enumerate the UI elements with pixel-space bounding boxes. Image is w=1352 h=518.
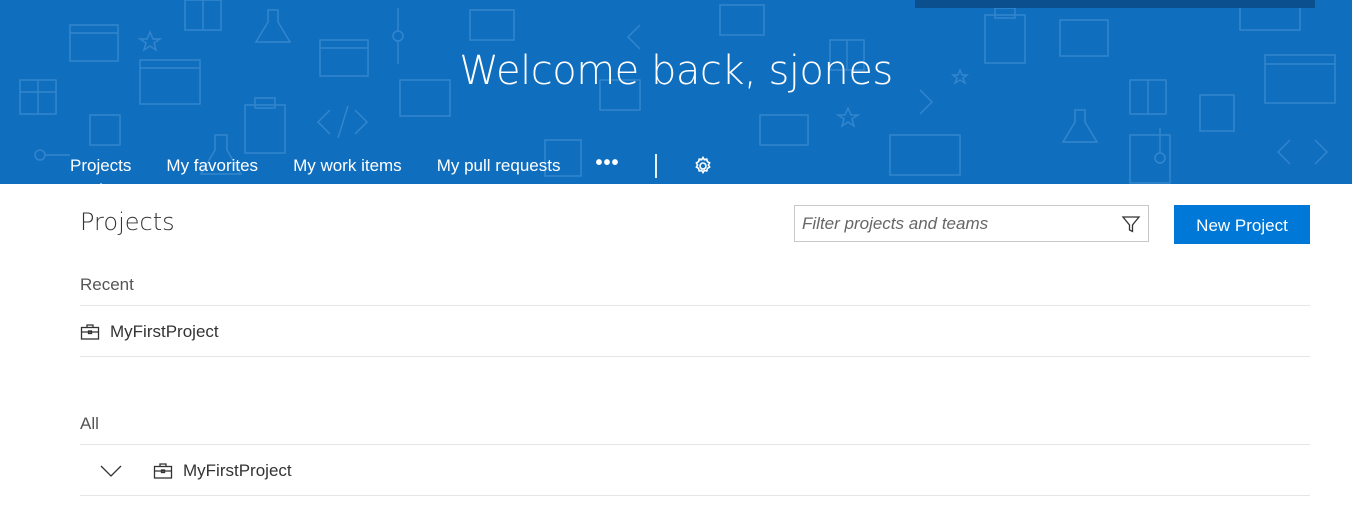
all-project-name[interactable]: MyFirstProject [183,461,292,481]
recent-section-label: Recent [80,275,134,294]
more-options-button[interactable]: ••• [595,153,619,173]
recent-project-row[interactable]: MyFirstProject [80,307,1310,357]
nav-tab-projects[interactable]: Projects [70,153,131,184]
all-divider-bottom [80,495,1310,496]
recent-project-name[interactable]: MyFirstProject [110,322,219,342]
briefcase-icon [153,463,173,479]
chevron-down-icon[interactable] [100,464,122,478]
hub-nav: Projects My favorites My work items My p… [70,148,713,184]
nav-tab-my-pull-requests[interactable]: My pull requests [437,153,561,179]
all-divider-top [80,444,1310,445]
filter-icon[interactable] [1121,214,1141,234]
all-project-row[interactable]: MyFirstProject [80,446,1310,496]
settings-button[interactable] [693,156,713,176]
filter-input[interactable] [795,206,1115,241]
recent-divider-top [80,305,1310,306]
all-section-label: All [80,414,99,433]
filter-box [794,205,1149,242]
nav-tab-my-favorites[interactable]: My favorites [166,153,258,179]
gear-icon [695,156,712,175]
briefcase-icon [80,324,100,340]
nav-divider [655,154,658,178]
top-strip [915,0,1315,8]
nav-tab-my-work-items[interactable]: My work items [293,153,402,179]
header-banner: Welcome back, sjones Projects My favorit… [0,0,1352,184]
recent-divider-bottom [80,356,1310,357]
new-project-button[interactable]: New Project [1174,205,1310,244]
page-title: Projects [80,208,175,236]
welcome-heading: Welcome back, sjones [459,48,893,94]
